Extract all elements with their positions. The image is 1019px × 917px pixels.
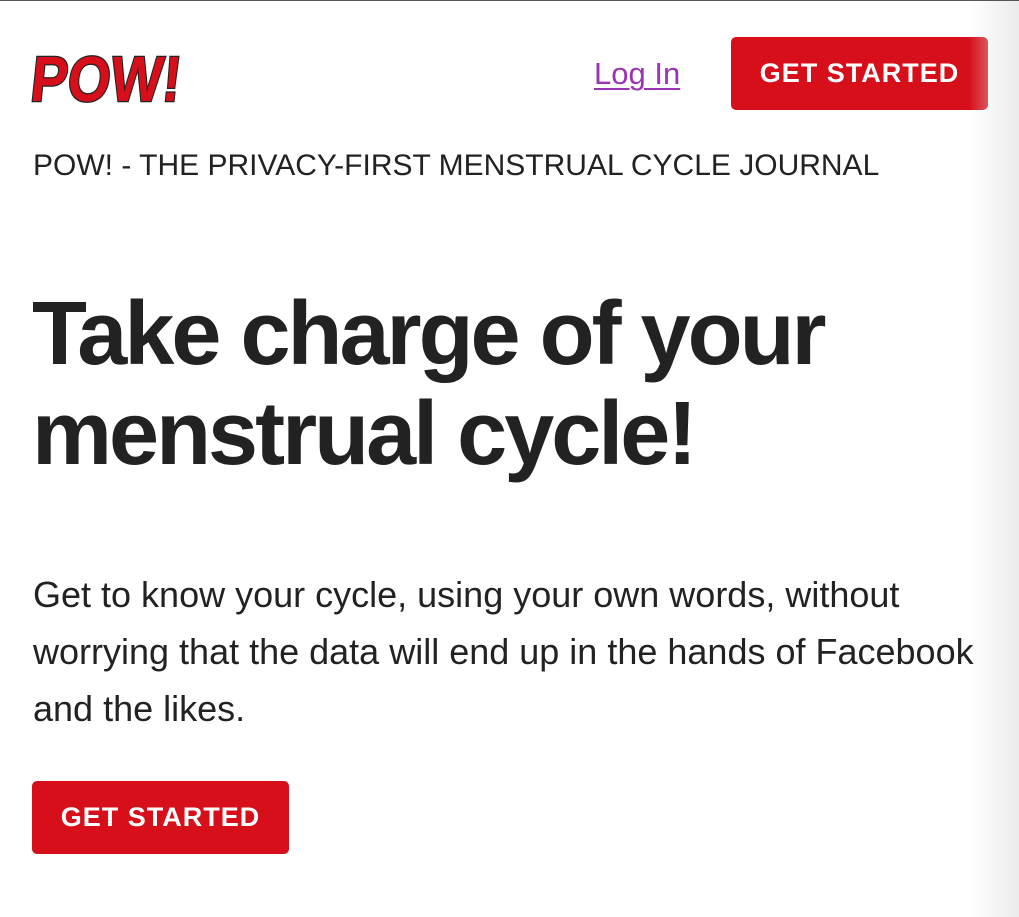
- get-started-button-hero[interactable]: GET STARTED: [32, 781, 289, 854]
- hero-title-line-2: menstrual cycle!: [32, 384, 697, 484]
- hero-title: Take charge of your menstrual cycle!: [32, 284, 992, 484]
- svg-text:POW!: POW!: [28, 43, 185, 110]
- tagline: POW! - THE PRIVACY-FIRST MENSTRUAL CYCLE…: [33, 149, 880, 182]
- pow-logo-icon: POW!: [28, 42, 186, 110]
- login-link[interactable]: Log In: [594, 54, 680, 94]
- site-header: POW! Log In GET STARTED: [0, 0, 1019, 140]
- hero-description: Get to know your cycle, using your own w…: [33, 574, 974, 729]
- hero-title-line-1: Take charge of your: [32, 284, 827, 384]
- pow-logo[interactable]: POW!: [28, 34, 188, 110]
- get-started-button-header[interactable]: GET STARTED: [731, 37, 988, 110]
